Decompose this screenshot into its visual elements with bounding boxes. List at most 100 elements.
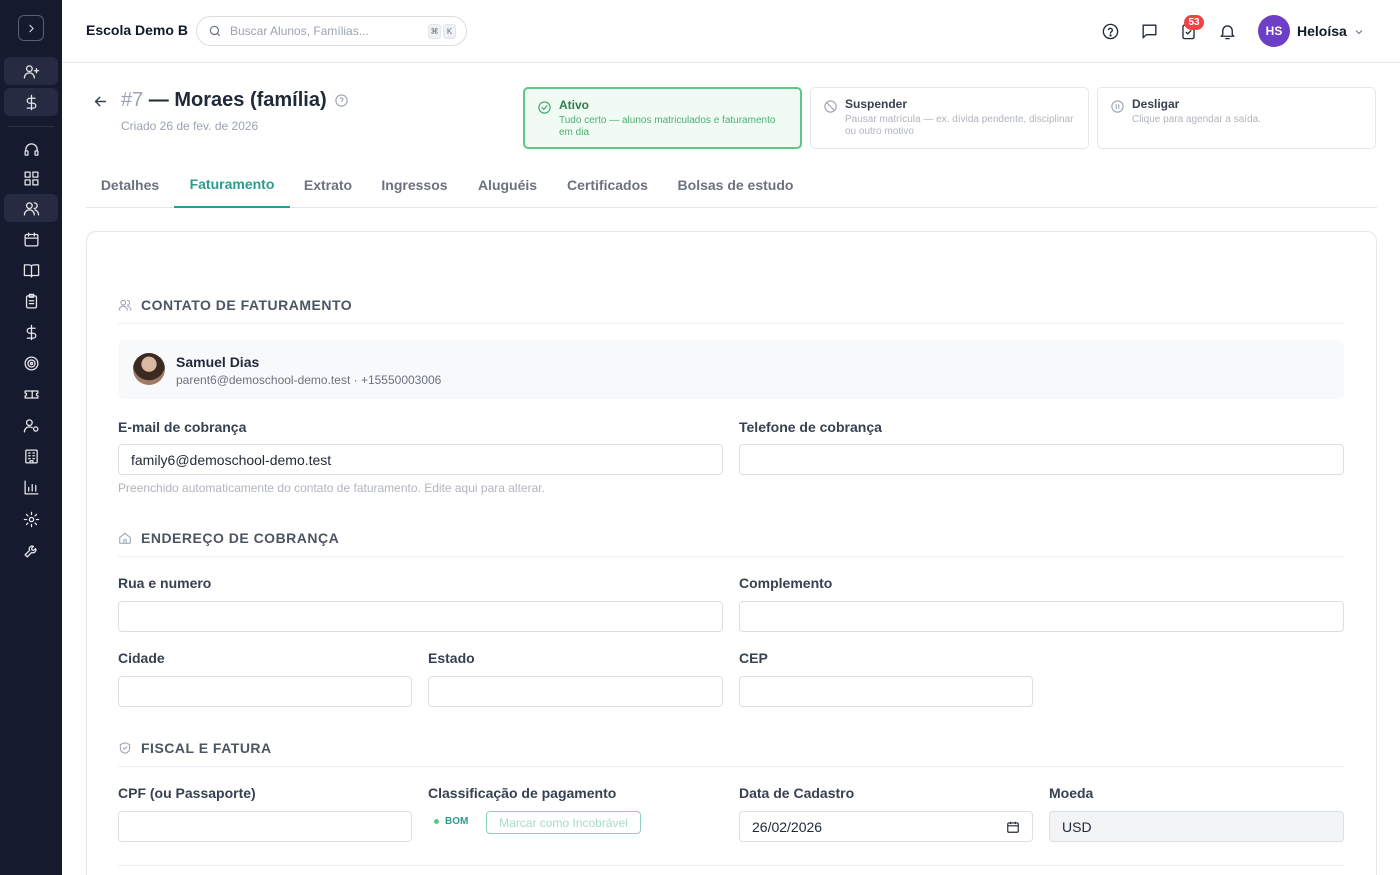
chevron-right-icon bbox=[28, 24, 34, 32]
user-cog-icon bbox=[23, 418, 39, 433]
user-menu-toggle[interactable] bbox=[1353, 25, 1365, 43]
tabs-bar: Detalhes Faturamento Extrato Ingressos A… bbox=[86, 163, 1377, 208]
sidebar-item-goals[interactable] bbox=[4, 349, 58, 377]
billing-contact-box: Samuel Dias parent6@demoschool-demo.test… bbox=[118, 340, 1344, 399]
shield-check-icon bbox=[119, 742, 131, 754]
sidebar-item-support[interactable] bbox=[4, 135, 58, 163]
messages-button[interactable] bbox=[1138, 20, 1160, 42]
user-avatar[interactable]: HS bbox=[1258, 15, 1290, 47]
sidebar-item-admissions[interactable] bbox=[4, 57, 58, 85]
billing-email-input[interactable]: family6@demoschool-demo.test bbox=[118, 444, 723, 475]
section-fiscal-title: FISCAL E FATURA bbox=[141, 740, 272, 756]
search-icon bbox=[209, 25, 221, 37]
kbd-k-key: K bbox=[443, 24, 456, 39]
building-icon bbox=[24, 448, 38, 464]
signup-date-input[interactable]: 26/02/2026 bbox=[739, 811, 1033, 842]
currency-label: Moeda bbox=[1049, 785, 1094, 801]
calendar-icon bbox=[23, 231, 39, 247]
pause-circle-icon bbox=[1111, 100, 1124, 113]
status-terminate-card[interactable]: Desligar Clique para agendar a saída. bbox=[1097, 87, 1376, 149]
section-billing-address: ENDEREÇO DE COBRANÇA bbox=[118, 530, 339, 546]
notification-badge: 53 bbox=[1184, 15, 1204, 30]
back-button[interactable] bbox=[92, 93, 109, 115]
divider bbox=[118, 556, 1344, 557]
tab-ingressos[interactable]: Ingressos bbox=[366, 163, 463, 208]
status-active-desc: Tudo certo — alunos matriculados e fatur… bbox=[559, 115, 776, 138]
sidebar-item-staff[interactable] bbox=[4, 411, 58, 439]
sidebar-item-finance[interactable] bbox=[4, 88, 58, 116]
sidebar-item-tasks[interactable] bbox=[4, 287, 58, 315]
tab-detalhes[interactable]: Detalhes bbox=[86, 163, 174, 208]
check-circle-icon bbox=[538, 101, 551, 114]
sidebar-item-settings[interactable] bbox=[4, 505, 58, 533]
bell-icon bbox=[1219, 24, 1235, 39]
sidebar-item-calendar[interactable] bbox=[4, 225, 58, 253]
cpf-input[interactable] bbox=[118, 811, 412, 842]
notifications-button[interactable] bbox=[1216, 20, 1238, 42]
tab-bolsas[interactable]: Bolsas de estudo bbox=[663, 163, 808, 208]
payment-rating-badge: BOM bbox=[434, 816, 468, 827]
calendar-icon[interactable] bbox=[1006, 820, 1020, 834]
zip-input[interactable] bbox=[739, 676, 1033, 707]
ticket-icon bbox=[23, 389, 39, 399]
mark-uncollectible-button[interactable]: Marcar como Incobrável bbox=[486, 811, 641, 834]
search-box[interactable]: ⌘ K bbox=[196, 16, 467, 46]
user-name[interactable]: Heloísa bbox=[1297, 23, 1347, 39]
section-billing-contact-title: CONTATO DE FATURAMENTO bbox=[141, 297, 353, 313]
dollar-icon bbox=[26, 324, 36, 340]
section-billing-contact: CONTATO DE FATURAMENTO bbox=[118, 297, 352, 313]
target-icon bbox=[23, 355, 39, 371]
zip-label: CEP bbox=[739, 650, 768, 666]
cpf-label: CPF (ou Passaporte) bbox=[118, 785, 256, 801]
billing-card bbox=[86, 231, 1377, 875]
wrench-icon bbox=[23, 545, 36, 558]
street-input[interactable] bbox=[118, 601, 723, 632]
sidebar bbox=[0, 0, 62, 875]
city-label: Cidade bbox=[118, 650, 165, 666]
sidebar-item-billing[interactable] bbox=[4, 318, 58, 346]
sidebar-item-reports[interactable] bbox=[4, 473, 58, 501]
currency-input: USD bbox=[1049, 811, 1344, 842]
sidebar-item-families[interactable] bbox=[4, 194, 58, 222]
divider bbox=[118, 865, 1344, 866]
email-label: E-mail de cobrança bbox=[118, 419, 247, 435]
sidebar-item-courses[interactable] bbox=[4, 256, 58, 284]
state-label: Estado bbox=[428, 650, 475, 666]
sidebar-toggle-button[interactable] bbox=[18, 15, 44, 41]
headset-icon bbox=[23, 142, 39, 156]
family-name: — Moraes (família) bbox=[143, 89, 327, 111]
status-active-card[interactable]: Ativo Tudo certo — alunos matriculados e… bbox=[523, 87, 802, 149]
status-suspend-card[interactable]: Suspender Pausar matrícula — ex. dívida … bbox=[810, 87, 1089, 149]
ban-icon bbox=[824, 100, 837, 113]
tab-certificados[interactable]: Certificados bbox=[552, 163, 663, 208]
signup-date-label: Data de Cadastro bbox=[739, 785, 855, 801]
sidebar-item-tickets[interactable] bbox=[4, 380, 58, 408]
created-date: Criado 26 de fev. de 2026 bbox=[121, 119, 259, 133]
sidebar-item-facilities[interactable] bbox=[4, 442, 58, 470]
contact-details: parent6@demoschool-demo.test · +15550003… bbox=[176, 373, 442, 387]
status-active-title: Ativo bbox=[559, 98, 589, 112]
sidebar-item-tools[interactable] bbox=[4, 536, 58, 564]
tab-alugueis[interactable]: Aluguéis bbox=[463, 163, 552, 208]
sidebar-item-dashboard[interactable] bbox=[4, 164, 58, 192]
help-circle-icon bbox=[335, 94, 348, 107]
tab-faturamento[interactable]: Faturamento bbox=[174, 163, 290, 208]
status-terminate-title: Desligar bbox=[1132, 97, 1180, 111]
phone-label: Telefone de cobrança bbox=[739, 419, 882, 435]
billing-phone-input[interactable] bbox=[739, 444, 1344, 475]
city-input[interactable] bbox=[118, 676, 412, 707]
search-input[interactable] bbox=[230, 24, 420, 38]
complement-input[interactable] bbox=[739, 601, 1344, 632]
help-button[interactable] bbox=[1099, 20, 1121, 42]
state-input[interactable] bbox=[428, 676, 723, 707]
section-fiscal: FISCAL E FATURA bbox=[118, 740, 272, 756]
clipboard-icon bbox=[25, 293, 37, 309]
grid-icon bbox=[23, 170, 39, 186]
title-help-button[interactable] bbox=[334, 93, 349, 113]
school-name: Escola Demo B bbox=[86, 22, 188, 38]
dollar-icon bbox=[26, 94, 36, 110]
chevron-down-icon bbox=[1355, 30, 1363, 35]
divider bbox=[118, 323, 1344, 324]
user-plus-icon bbox=[23, 64, 39, 79]
tab-extrato[interactable]: Extrato bbox=[290, 163, 366, 208]
